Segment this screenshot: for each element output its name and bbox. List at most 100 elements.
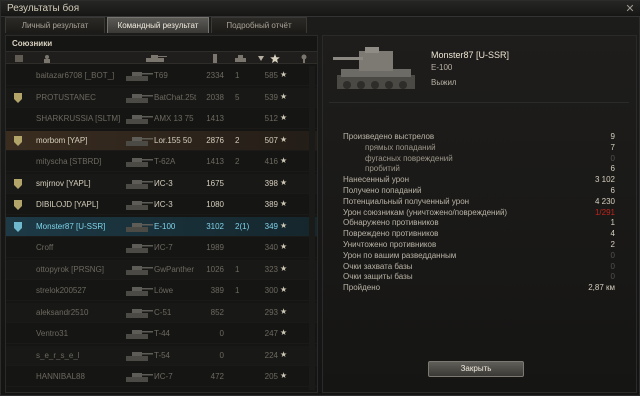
survival-status: Выжил [431, 78, 457, 87]
table-row[interactable]: HANNIBAL88 ИС-7 472 205 ★ [6, 367, 317, 387]
badge-icon [14, 178, 22, 189]
xp-value: 247 [264, 329, 278, 338]
tank-icon [126, 308, 153, 318]
table-row[interactable]: Monster87 [U-SSR] E-100 3102 2(1) 349 ★ [6, 216, 317, 237]
tank-icon [126, 244, 153, 253]
stat-value: 9 [610, 132, 615, 141]
table-row[interactable]: ottopyrok [PRSNG] GwPanther 1026 1 323 ★ [6, 259, 317, 280]
frags-value: 1 [235, 286, 240, 295]
stat-row: Уничтожено противников 2 [323, 240, 638, 250]
table-row[interactable]: PROTUSTANEC BatChat.25t 2038 5 539 ★ [6, 87, 317, 108]
xp-star-icon[interactable] [270, 54, 280, 63]
frags-value: 2(1) [235, 221, 250, 231]
tab-personal[interactable]: Личный результат [5, 17, 105, 33]
tank-icon [126, 115, 153, 124]
stat-value: 6 [610, 186, 615, 195]
stat-row: Очки захвата базы 0 [323, 262, 638, 272]
stat-row: Очки защиты базы 0 [323, 272, 638, 282]
table-row[interactable]: aleksandr2510 С-51 852 293 ★ [6, 302, 317, 323]
table-row[interactable]: Croff ИС-7 1989 340 ★ [6, 238, 317, 258]
close-button[interactable]: Закрыть [428, 361, 524, 377]
xp-star-icon: ★ [280, 285, 288, 294]
xp-value: 507 [264, 135, 278, 145]
player-name: baitazar6708 [_BOT_] [36, 71, 115, 80]
tank-icon [126, 265, 153, 275]
table-row[interactable]: SHARKRUSSIA [SLTM] AMX 13 75 1413 512 ★ [6, 109, 317, 129]
xp-star-icon: ★ [280, 70, 288, 79]
stat-row: Нанесенный урон 3 102 [323, 175, 638, 185]
stat-label: пробитий [365, 164, 400, 174]
tank-name: AMX 13 75 [154, 114, 194, 123]
xp-value: 323 [264, 264, 278, 274]
damage-value: 2038 [206, 92, 224, 102]
damage-value: 1413 [206, 114, 224, 123]
stat-value: 4 230 [594, 196, 615, 206]
tab-team[interactable]: Командный результат [107, 17, 209, 33]
close-icon[interactable]: ✕ [624, 3, 636, 15]
xp-star-icon: ★ [280, 220, 288, 230]
tab-detailed[interactable]: Подробный отчёт [211, 17, 307, 33]
stat-value: 7 [610, 142, 615, 152]
badge-icon[interactable] [14, 54, 24, 63]
badge-icon [14, 200, 22, 210]
xp-value: 539 [264, 92, 278, 102]
sort-arrow-icon[interactable] [256, 54, 266, 63]
frags-value: 1 [235, 264, 240, 274]
xp-value: 349 [264, 221, 278, 231]
damage-value: 1080 [206, 200, 224, 209]
xp-value: 585 [264, 71, 278, 80]
table-row[interactable]: strelok200527 Löwe 389 1 300 ★ [6, 281, 317, 301]
badge-icon [14, 135, 22, 146]
tank-name: T69 [154, 71, 168, 80]
stat-row: фугасных повреждений 0 [323, 154, 638, 164]
stat-value: 3 102 [594, 175, 615, 185]
table-row[interactable]: baitazar6708 [_BOT_] T69 2334 1 585 ★ [6, 66, 317, 86]
tank-name: ИС-3 [154, 178, 173, 188]
damage-value: 0 [219, 329, 224, 338]
xp-star-icon: ★ [280, 134, 288, 144]
window-title: Результаты боя [7, 3, 80, 14]
table-row[interactable]: s_e_r_s_e_l T-54 0 224 ★ [6, 345, 317, 366]
tank-name: Löwe [154, 286, 174, 295]
tank-icon [126, 136, 153, 146]
table-row[interactable]: morbom [YAP] Lor.155 50 2876 2 507 ★ [6, 130, 317, 151]
table-row[interactable]: mityscha [STBRD] T-62A 1413 2 416 ★ [6, 152, 317, 172]
stat-row: Урон союзникам (уничтожено/повреждений) 1… [323, 208, 638, 218]
stat-row: Получено попаданий 6 [323, 186, 638, 196]
stat-value: 2 [610, 240, 615, 249]
table-row[interactable]: Ventro31 T-44 0 247 ★ [6, 324, 317, 344]
xp-value: 398 [264, 178, 278, 188]
stat-value: 0 [610, 250, 615, 260]
stat-row: прямых попаданий 7 [323, 143, 638, 153]
frags-value: 1 [235, 71, 240, 80]
tank-name: ИС-3 [154, 200, 173, 209]
damage-icon[interactable] [210, 54, 220, 63]
xp-value: 340 [264, 243, 278, 252]
stat-label: Урон по вашим разведданным [343, 250, 457, 260]
tank-name: ИС-7 [154, 372, 173, 381]
table-row[interactable]: DIBILOJD [YAPL] ИС-3 1080 389 ★ [6, 195, 317, 215]
tank-name: E-100 [431, 63, 453, 72]
stat-label: фугасных повреждений [365, 153, 453, 163]
kills-icon[interactable] [234, 54, 248, 63]
damage-value: 1413 [206, 157, 224, 166]
tank-icon [126, 72, 153, 81]
stat-label: Очки захвата базы [343, 261, 413, 271]
medal-icon[interactable] [299, 54, 309, 63]
stat-row: пробитий 6 [323, 164, 638, 174]
player-detail-panel: Monster87 [U-SSR] E-100 Выжил Произведен… [322, 35, 637, 393]
stat-value: 1/291 [594, 207, 615, 217]
xp-star-icon: ★ [280, 306, 288, 316]
divider [329, 102, 629, 103]
tank-name: E-100 [154, 221, 176, 231]
stat-value: 0 [610, 261, 615, 271]
player-name: Monster87 [U-SSR] [36, 221, 106, 231]
table-row[interactable]: smjrnov [YAPL] ИС-3 1675 398 ★ [6, 173, 317, 194]
player-name: aleksandr2510 [36, 307, 89, 317]
scrollbar[interactable] [309, 66, 315, 390]
tank-icon [126, 201, 153, 210]
tank-icon[interactable] [144, 54, 168, 63]
tank-icon [126, 287, 153, 296]
tank-icon [126, 222, 153, 232]
player-icon[interactable] [42, 54, 52, 63]
